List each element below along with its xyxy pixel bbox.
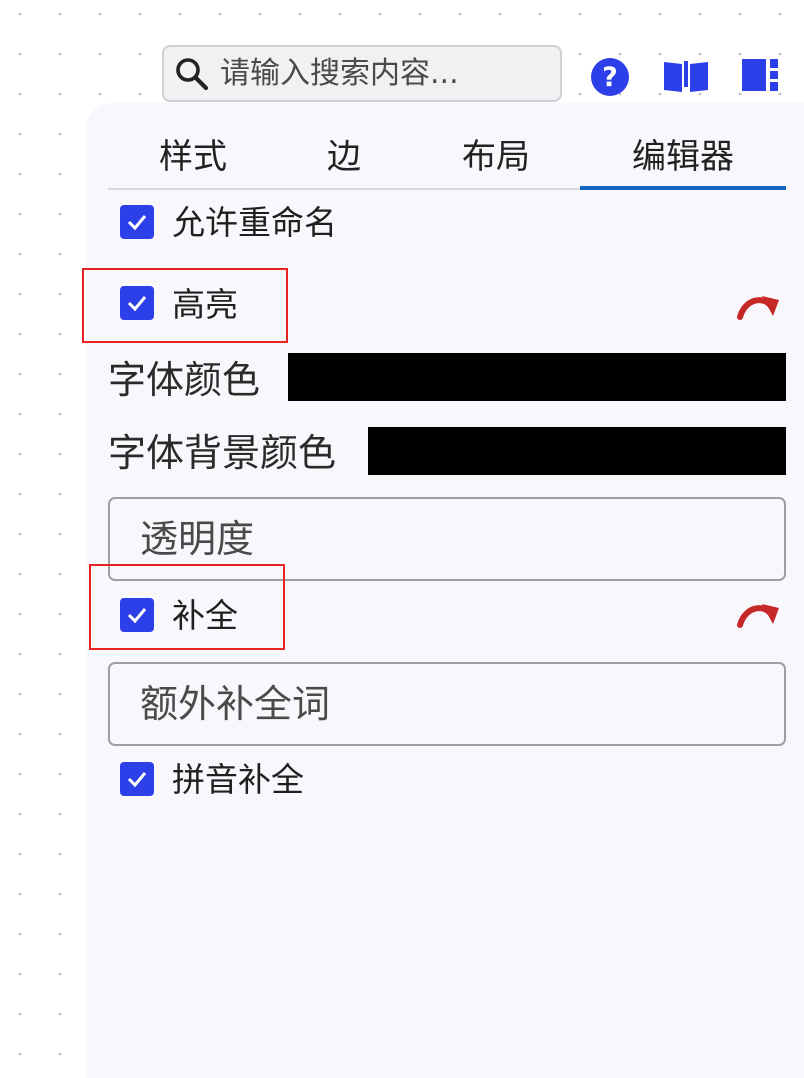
panel-layout-icon[interactable]	[741, 56, 781, 94]
font-bg-color-label: 字体背景颜色	[108, 431, 337, 475]
search-input[interactable]	[220, 56, 540, 91]
check-icon	[127, 608, 147, 624]
extra-words-field[interactable]	[108, 662, 786, 746]
extra-words-input[interactable]	[140, 678, 760, 730]
opacity-input[interactable]	[140, 513, 760, 565]
font-bg-color-swatch[interactable]	[368, 427, 786, 475]
check-icon	[127, 772, 147, 788]
tab-style[interactable]: 样式	[128, 130, 258, 188]
svg-text:?: ?	[602, 62, 618, 93]
reset-icon[interactable]	[737, 599, 781, 629]
allow-rename-checkbox[interactable]	[120, 205, 154, 239]
reset-icon[interactable]	[737, 291, 781, 321]
tab-layout[interactable]: 布局	[428, 130, 564, 188]
search-box[interactable]	[162, 45, 562, 102]
open-book-icon[interactable]	[662, 57, 710, 95]
font-color-swatch[interactable]	[288, 353, 786, 401]
help-icon[interactable]: ?	[589, 56, 631, 98]
allow-rename-label: 允许重命名	[172, 203, 337, 242]
font-color-label: 字体颜色	[108, 358, 261, 402]
pinyin-label: 拼音补全	[172, 760, 304, 799]
tab-bar: 样式 边 布局 编辑器	[108, 130, 786, 190]
highlight-label: 高亮	[172, 285, 238, 324]
completion-checkbox[interactable]	[120, 598, 154, 632]
tab-edge[interactable]: 边	[288, 130, 400, 188]
search-icon	[172, 54, 212, 94]
tab-editor[interactable]: 编辑器	[580, 130, 786, 190]
completion-label: 补全	[172, 596, 238, 635]
check-icon	[127, 296, 147, 312]
check-icon	[127, 215, 147, 231]
pinyin-checkbox[interactable]	[120, 762, 154, 796]
highlight-checkbox[interactable]	[120, 286, 154, 320]
